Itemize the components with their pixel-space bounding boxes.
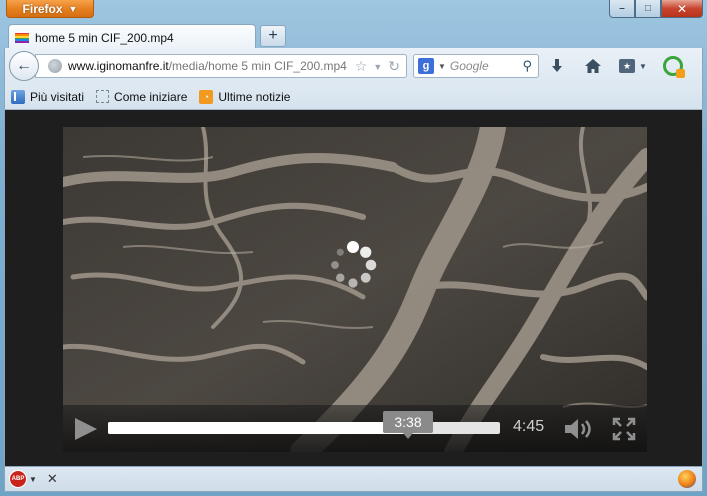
spinner-dot	[336, 248, 344, 256]
bookmark-icon	[11, 89, 25, 104]
new-tab-button[interactable]: +	[260, 25, 286, 47]
bookmark-latest-news[interactable]: ◔ Ultime notizie	[199, 89, 291, 104]
title-bar: Firefox ▼ – □ ✕	[0, 0, 707, 22]
chevron-down-icon: ▼	[68, 3, 78, 14]
navigation-bar: www.iginomanfre.it/media/home 5 min CIF_…	[4, 48, 703, 84]
duration-label: 4:45	[513, 418, 545, 435]
close-icon[interactable]: ✕	[47, 471, 58, 487]
bookmark-most-visited[interactable]: Più visitati	[11, 89, 85, 104]
firefox-menu-label: Firefox	[22, 1, 63, 16]
download-icon[interactable]	[547, 56, 567, 76]
bookmark-label: Come iniziare	[114, 89, 188, 104]
firefox-menu-button[interactable]: Firefox ▼	[6, 0, 94, 18]
toolbar-icons: ★ ▼	[547, 56, 685, 78]
window-controls: – □ ✕	[609, 0, 703, 18]
chevron-down-icon[interactable]: ▼	[373, 58, 382, 76]
url-domain: www.iginomanfre.it	[68, 59, 169, 73]
close-button[interactable]: ✕	[661, 0, 703, 18]
spinner-dot	[336, 273, 345, 282]
google-icon[interactable]: g	[418, 58, 434, 74]
spinner-dot	[331, 261, 339, 269]
url-bar[interactable]: www.iginomanfre.it/media/home 5 min CIF_…	[35, 54, 407, 78]
page-content: 3:38 4:45	[4, 110, 703, 466]
star-icon[interactable]: ☆	[355, 58, 368, 76]
fullscreen-icon[interactable]	[612, 417, 636, 441]
rainbow-flag-icon	[15, 32, 29, 43]
bookmark-label: Più visitati	[30, 89, 85, 104]
search-input[interactable]: Google	[450, 59, 523, 73]
video-player[interactable]: 3:38 4:45	[63, 127, 647, 452]
bookmarks-menu-button[interactable]: ★ ▼	[619, 59, 647, 73]
chevron-down-icon[interactable]: ▼	[438, 62, 446, 71]
addon-icon[interactable]	[662, 56, 685, 78]
spinner-dot	[347, 241, 359, 253]
maximize-button[interactable]: □	[635, 0, 661, 18]
firefox-logo-icon	[678, 470, 696, 488]
play-button[interactable]	[75, 418, 97, 440]
bookmark-star-icon: ★	[619, 59, 635, 73]
chevron-down-icon: ▼	[639, 61, 647, 71]
loading-spinner-icon	[331, 241, 377, 288]
back-button[interactable]: ←	[9, 51, 39, 81]
dashed-page-icon	[96, 90, 110, 103]
rss-icon: ◔	[199, 89, 214, 104]
reload-icon[interactable]: ↻	[388, 58, 400, 76]
bookmark-label: Ultime notizie	[218, 89, 291, 104]
spinner-dot	[360, 272, 371, 283]
tab-video[interactable]: home 5 min CIF_200.mp4	[8, 24, 256, 50]
home-icon[interactable]	[583, 56, 603, 76]
chevron-down-icon[interactable]: ▼	[29, 475, 37, 484]
player-controls: 3:38 4:45	[63, 405, 647, 452]
search-bar[interactable]: g ▼ Google ⚲	[413, 54, 539, 78]
bookmarks-bar: Più visitati Come iniziare ◔ Ultime noti…	[4, 84, 703, 110]
spinner-dot	[365, 259, 377, 271]
globe-icon	[48, 59, 62, 73]
browser-window: Firefox ▼ – □ ✕ home 5 min CIF_200.mp4 +…	[0, 0, 707, 496]
spinner-dot	[360, 246, 372, 258]
minimize-button[interactable]: –	[609, 0, 635, 18]
tab-title: home 5 min CIF_200.mp4	[35, 30, 174, 45]
back-arrow-icon: ←	[16, 57, 32, 74]
adblock-icon[interactable]: ABP	[9, 470, 27, 488]
search-icon[interactable]: ⚲	[522, 58, 532, 74]
progress-fill: 3:38	[108, 411, 433, 439]
spinner-dot	[348, 278, 358, 288]
url-path: /media/home 5 min CIF_200.mp4	[168, 59, 347, 73]
volume-icon[interactable]	[563, 417, 593, 441]
bookmark-getting-started[interactable]: Come iniziare	[96, 90, 187, 104]
hover-time-tooltip: 3:38	[383, 411, 433, 439]
tab-bar: home 5 min CIF_200.mp4 +	[0, 22, 707, 50]
status-bar: ABP ▼ ✕	[4, 466, 703, 492]
